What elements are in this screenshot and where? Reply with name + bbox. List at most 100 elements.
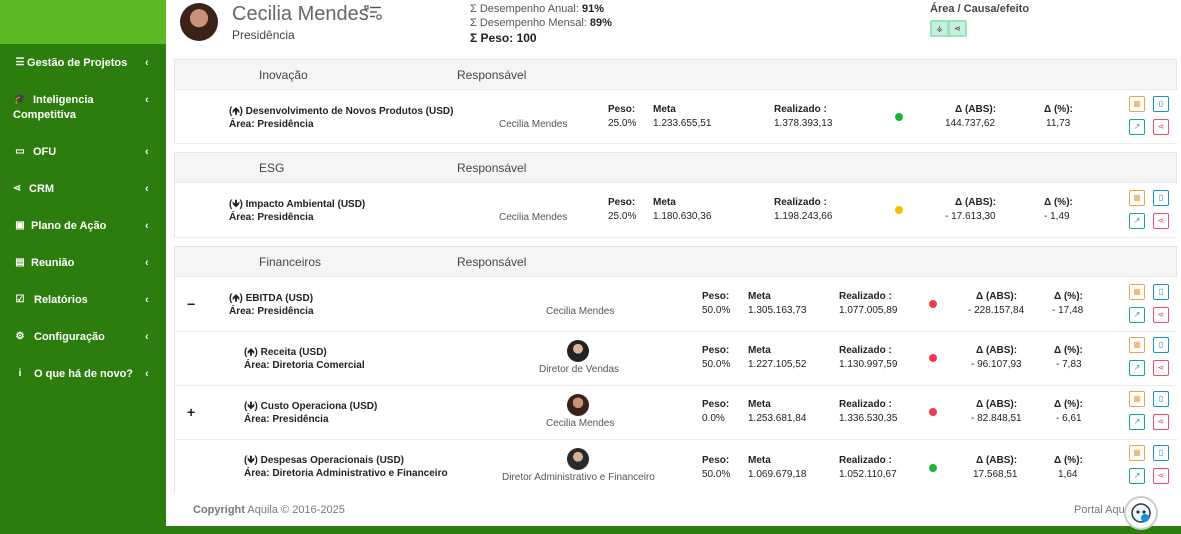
status-dot — [895, 206, 903, 214]
meta-label: Meta — [748, 455, 771, 466]
credit-card-icon: ▭ — [15, 146, 25, 157]
calendar-icon[interactable]: ▦ — [1129, 96, 1145, 112]
share-icon[interactable]: ⋖ — [1153, 414, 1169, 430]
footer-portal: Portal Aqu — [1074, 504, 1125, 516]
indicator-row: (🡹) Receita (USD) Área: Diretoria Comerc… — [175, 332, 1178, 386]
peso-value: 0.0% — [702, 413, 725, 424]
meta-label: Meta — [748, 345, 771, 356]
calendar-icon[interactable]: ▦ — [1129, 391, 1145, 407]
status-dot — [929, 408, 937, 416]
chart-icon[interactable]: ↗ — [1129, 360, 1145, 376]
category-title: ESG — [259, 161, 285, 175]
document-icon[interactable]: ▯ — [1153, 96, 1169, 112]
monthly-performance: Σ Desempenho Mensal: 89% — [470, 17, 612, 29]
share-icon[interactable]: ⋖ — [1153, 360, 1169, 376]
list-alt-icon: ▤ — [15, 257, 25, 268]
meta-value: 1.253.681,84 — [748, 413, 807, 424]
share-icon[interactable]: ⋖ — [1153, 468, 1169, 484]
chevron-left-icon: ‹ — [145, 257, 149, 269]
chart-icon[interactable]: ↗ — [1129, 307, 1145, 323]
share-icon[interactable]: ⋖ — [1153, 307, 1169, 323]
pct-value: - 17,48 — [1052, 305, 1084, 316]
pct-label: Δ (%): — [1054, 291, 1083, 302]
realizado-label: Realizado : — [839, 399, 892, 410]
responsavel-header: Responsável — [457, 68, 527, 82]
indicator-row: + (🡻) Custo Operaciona (USD) Área: Presi… — [175, 386, 1178, 440]
calendar-icon[interactable]: ▦ — [1129, 445, 1145, 461]
responsible-name: Cecilia Mendes — [499, 119, 568, 130]
chart-icon[interactable]: ↗ — [1129, 414, 1145, 430]
indicator-area: Área: Presidência — [229, 306, 314, 317]
document-icon[interactable]: ▯ — [1153, 391, 1169, 407]
share-icon[interactable]: ⋖ — [1153, 213, 1169, 229]
realizado-value: 1.052.110,67 — [839, 469, 897, 480]
document-icon[interactable]: ▯ — [1153, 190, 1169, 206]
calendar-icon[interactable]: ▦ — [1129, 337, 1145, 353]
abs-label: Δ (ABS): — [976, 399, 1018, 410]
indicator-row: (🡹) Desenvolvimento de Novos Produtos (U… — [175, 90, 1178, 144]
realizado-value: 1.077.005,89 — [839, 305, 898, 316]
share-icon[interactable]: ⋖ — [950, 22, 965, 35]
panel-header: Financeiros Responsável — [175, 247, 1176, 277]
abs-value: - 17.613,30 — [945, 211, 996, 222]
collapse-toggle[interactable]: − — [187, 296, 195, 312]
pct-label: Δ (%): — [1044, 197, 1073, 208]
indicator-area: Área: Presidência — [229, 119, 314, 130]
responsavel-header: Responsável — [457, 161, 527, 175]
list-settings-icon[interactable] — [364, 4, 382, 22]
causa-efeito-label: Área / Causa/efeito — [930, 3, 1030, 15]
calendar-icon[interactable]: ▦ — [1129, 284, 1145, 300]
share-icon[interactable]: ⋖ — [1153, 119, 1169, 135]
peso-value: 50.0% — [702, 359, 731, 370]
meta-label: Meta — [748, 399, 771, 410]
status-dot — [929, 354, 937, 362]
abs-value: - 228.157,84 — [968, 305, 1025, 316]
abs-label: Δ (ABS): — [955, 104, 997, 115]
chart-icon[interactable]: ↗ — [1129, 468, 1145, 484]
chatbot-icon[interactable] — [1124, 496, 1158, 530]
expand-toggle[interactable]: + — [187, 404, 195, 420]
peso-label: Peso: — [702, 399, 730, 410]
gear-icon: ⚙ — [15, 331, 25, 342]
document-icon[interactable]: ▯ — [1153, 284, 1169, 300]
status-dot — [929, 300, 937, 308]
meta-value: 1.069.679,18 — [748, 469, 807, 480]
realizado-label: Realizado : — [839, 455, 892, 466]
calendar-icon[interactable]: ▦ — [1129, 190, 1145, 206]
indicator-area: Área: Presidência — [244, 414, 329, 425]
sidebar: ☰ Gestão de Projetos ‹ 🎓 Inteligencia Co… — [0, 0, 166, 534]
meta-label: Meta — [653, 104, 676, 115]
peso-value: 50.0% — [702, 469, 731, 480]
realizado-label: Realizado : — [839, 345, 892, 356]
chevron-left-icon: ‹ — [145, 294, 149, 306]
avatar — [180, 3, 218, 41]
chart-icon[interactable]: ↗ — [1129, 213, 1145, 229]
panel-financeiros: Financeiros Responsável − (🡹) EBITDA (US… — [174, 246, 1178, 494]
indicator-row: (🡻) Despesas Operacionais (USD) Área: Di… — [175, 440, 1178, 494]
abs-value: - 96.107,93 — [971, 359, 1022, 370]
pct-value: - 1,49 — [1044, 211, 1070, 222]
realizado-value: 1.198.243,66 — [774, 211, 833, 222]
responsavel-header: Responsável — [457, 255, 527, 269]
tasks-icon: ☰ — [15, 57, 25, 68]
abs-label: Δ (ABS): — [976, 455, 1018, 466]
panel-header: ESG Responsável — [175, 153, 1176, 183]
share-icon: ⋖ — [12, 183, 22, 194]
document-icon[interactable]: ▯ — [1153, 445, 1169, 461]
footer-copyright: Copyright Aquila © 2016-2025 — [193, 504, 345, 516]
pct-value: 1,64 — [1058, 469, 1078, 480]
abs-label: Δ (ABS): — [955, 197, 997, 208]
meta-value: 1.227.105,52 — [748, 359, 807, 370]
panel-header: Inovação Responsável — [175, 60, 1176, 90]
meta-value: 1.180.630,36 — [653, 211, 712, 222]
pct-value: - 6,61 — [1056, 413, 1082, 424]
abs-value: - 82.848,51 — [971, 413, 1022, 424]
chart-icon[interactable]: ↗ — [1129, 119, 1145, 135]
document-icon[interactable]: ▯ — [1153, 337, 1169, 353]
indicator-area: Área: Presidência — [229, 212, 314, 223]
org-chart-icon[interactable]: ⚶ — [932, 22, 947, 35]
realizado-label: Realizado : — [774, 197, 827, 208]
peso-label: Peso: — [608, 104, 636, 115]
status-dot — [895, 113, 903, 121]
peso-label: Peso: — [702, 455, 730, 466]
